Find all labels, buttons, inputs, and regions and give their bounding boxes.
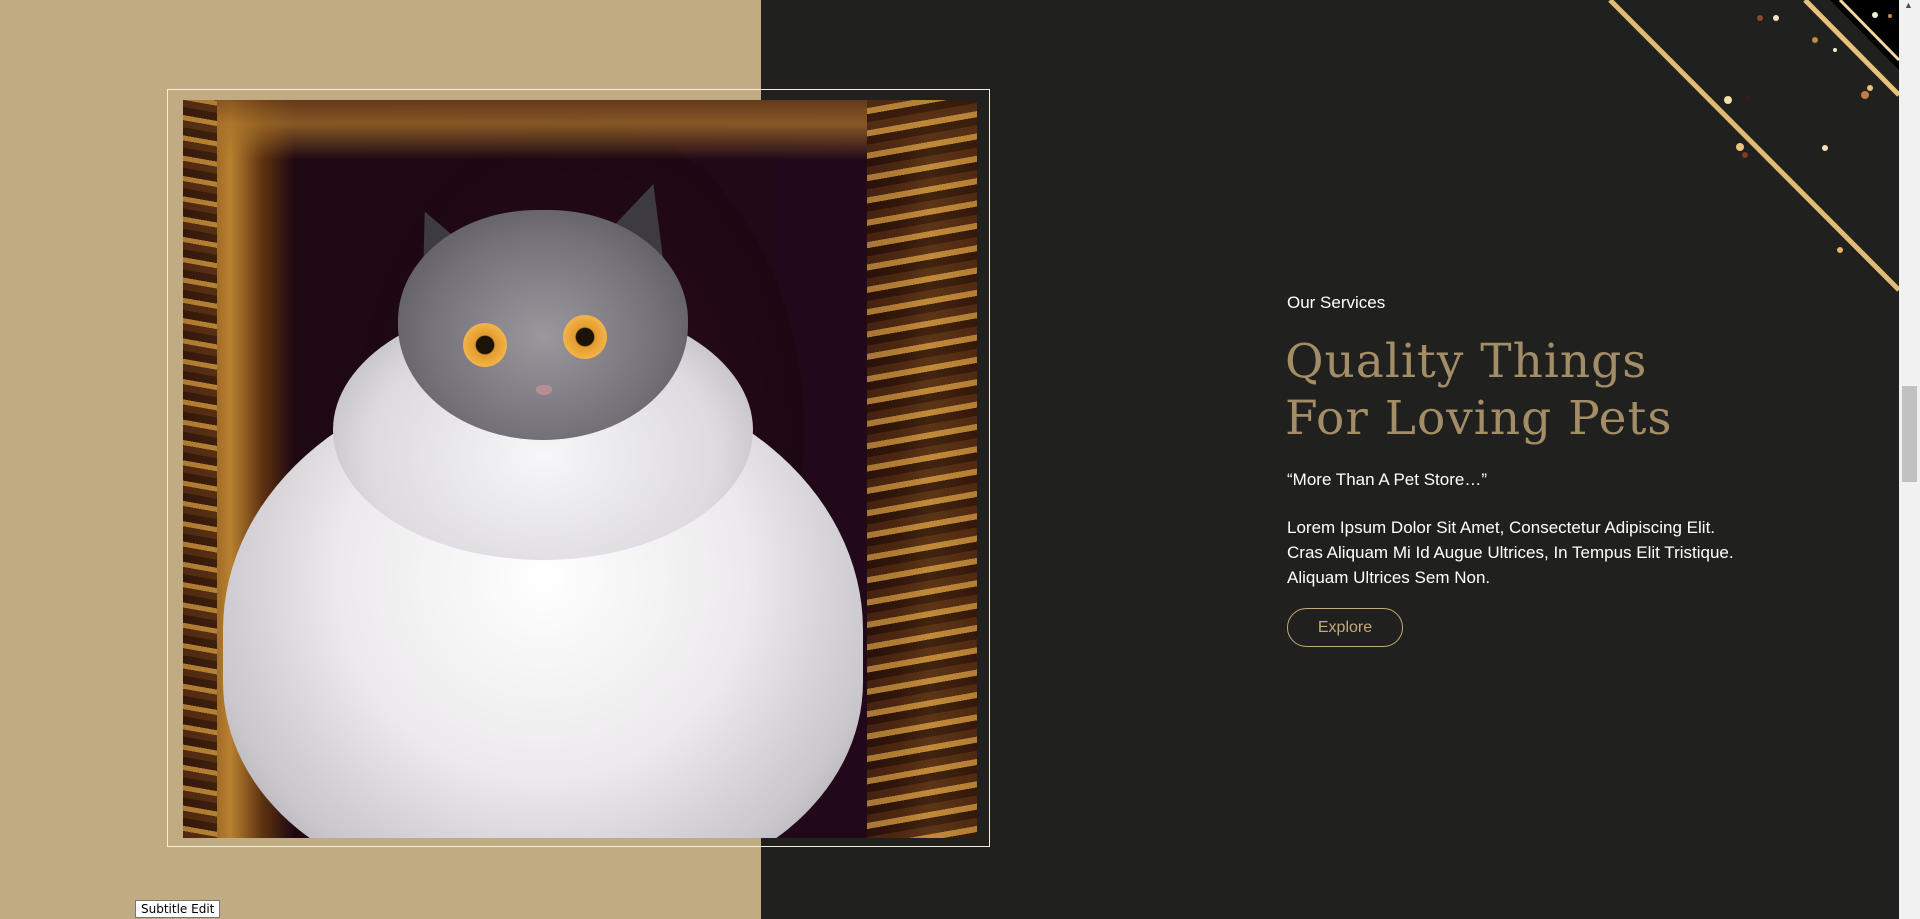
decorative-gold-lines: [1608, 0, 1899, 292]
cat-photo: [183, 100, 977, 838]
tooltip: Subtitle Edit: [135, 900, 221, 918]
scrollbar-thumb[interactable]: [1902, 386, 1917, 482]
cat-eye-left: [463, 323, 507, 367]
ornate-frame-top: [183, 100, 977, 160]
scroll-up-arrow-icon[interactable]: ▲: [1904, 0, 1913, 10]
ornate-frame-left: [183, 100, 217, 838]
section-body-text: Lorem Ipsum Dolor Sit Amet, Consectetur …: [1287, 518, 1734, 587]
cat-head: [398, 210, 688, 440]
section-quote: “More Than A Pet Store…”: [1287, 470, 1487, 489]
cat-eye-right: [563, 315, 607, 359]
section-headline: Quality Things For Loving Pets: [1285, 334, 1673, 446]
section-eyebrow: Our Services: [1287, 293, 1386, 312]
explore-button[interactable]: Explore: [1287, 608, 1403, 647]
ornate-frame-right: [867, 100, 977, 838]
cat-nose: [536, 385, 552, 395]
page-scrollbar[interactable]: ▲: [1899, 0, 1920, 919]
